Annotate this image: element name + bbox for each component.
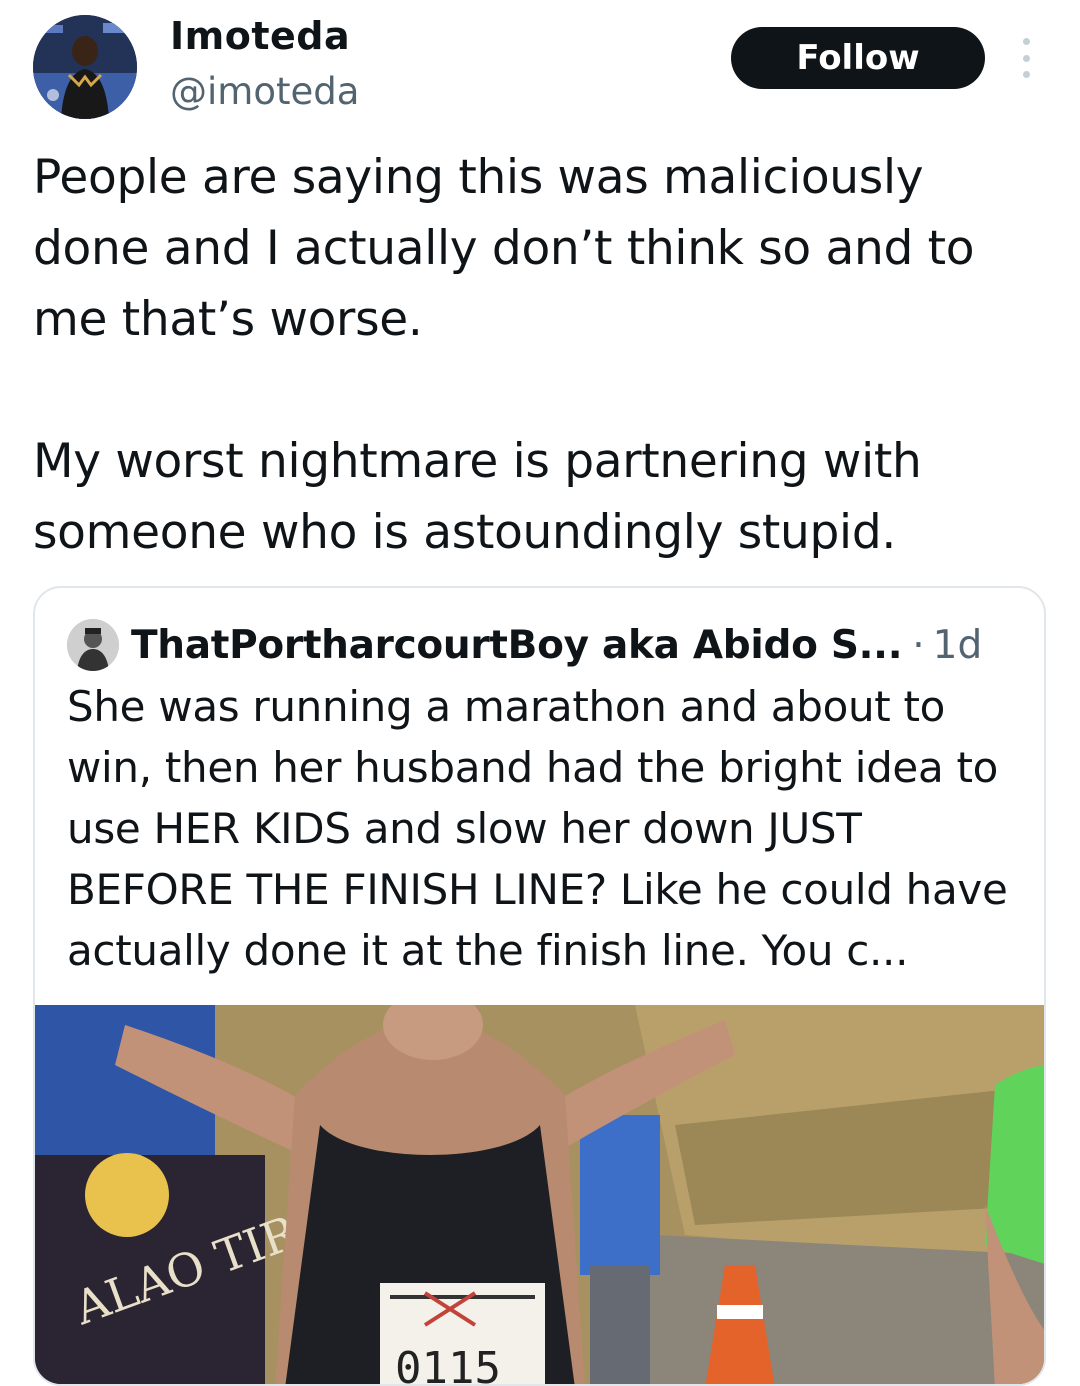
author-avatar[interactable] (33, 15, 137, 119)
quoted-tweet-card[interactable]: ThatPortharcourtBoy aka Abido S... · 1d … (33, 586, 1046, 1386)
quoted-author-name: ThatPortharcourtBoy aka Abido S... (131, 622, 903, 668)
follow-button[interactable]: Follow (731, 27, 985, 89)
separator-dot: · (912, 622, 925, 668)
author-handle[interactable]: @imoteda (170, 70, 359, 113)
author-name[interactable]: Imoteda (170, 14, 350, 58)
quoted-video-thumbnail[interactable]: ALAO TIRAS 0115 (35, 1005, 1044, 1386)
quoted-tweet-text: She was running a marathon and about to … (67, 682, 1008, 975)
tweet-text: People are saying this was maliciously d… (33, 150, 975, 560)
bib-number: 0115 (395, 1343, 501, 1386)
quoted-tweet-header: ThatPortharcourtBoy aka Abido S... · 1d (67, 618, 982, 672)
quoted-timestamp: 1d (932, 622, 983, 668)
quoted-author-avatar (67, 619, 119, 671)
more-vertical-icon[interactable] (1014, 38, 1038, 78)
